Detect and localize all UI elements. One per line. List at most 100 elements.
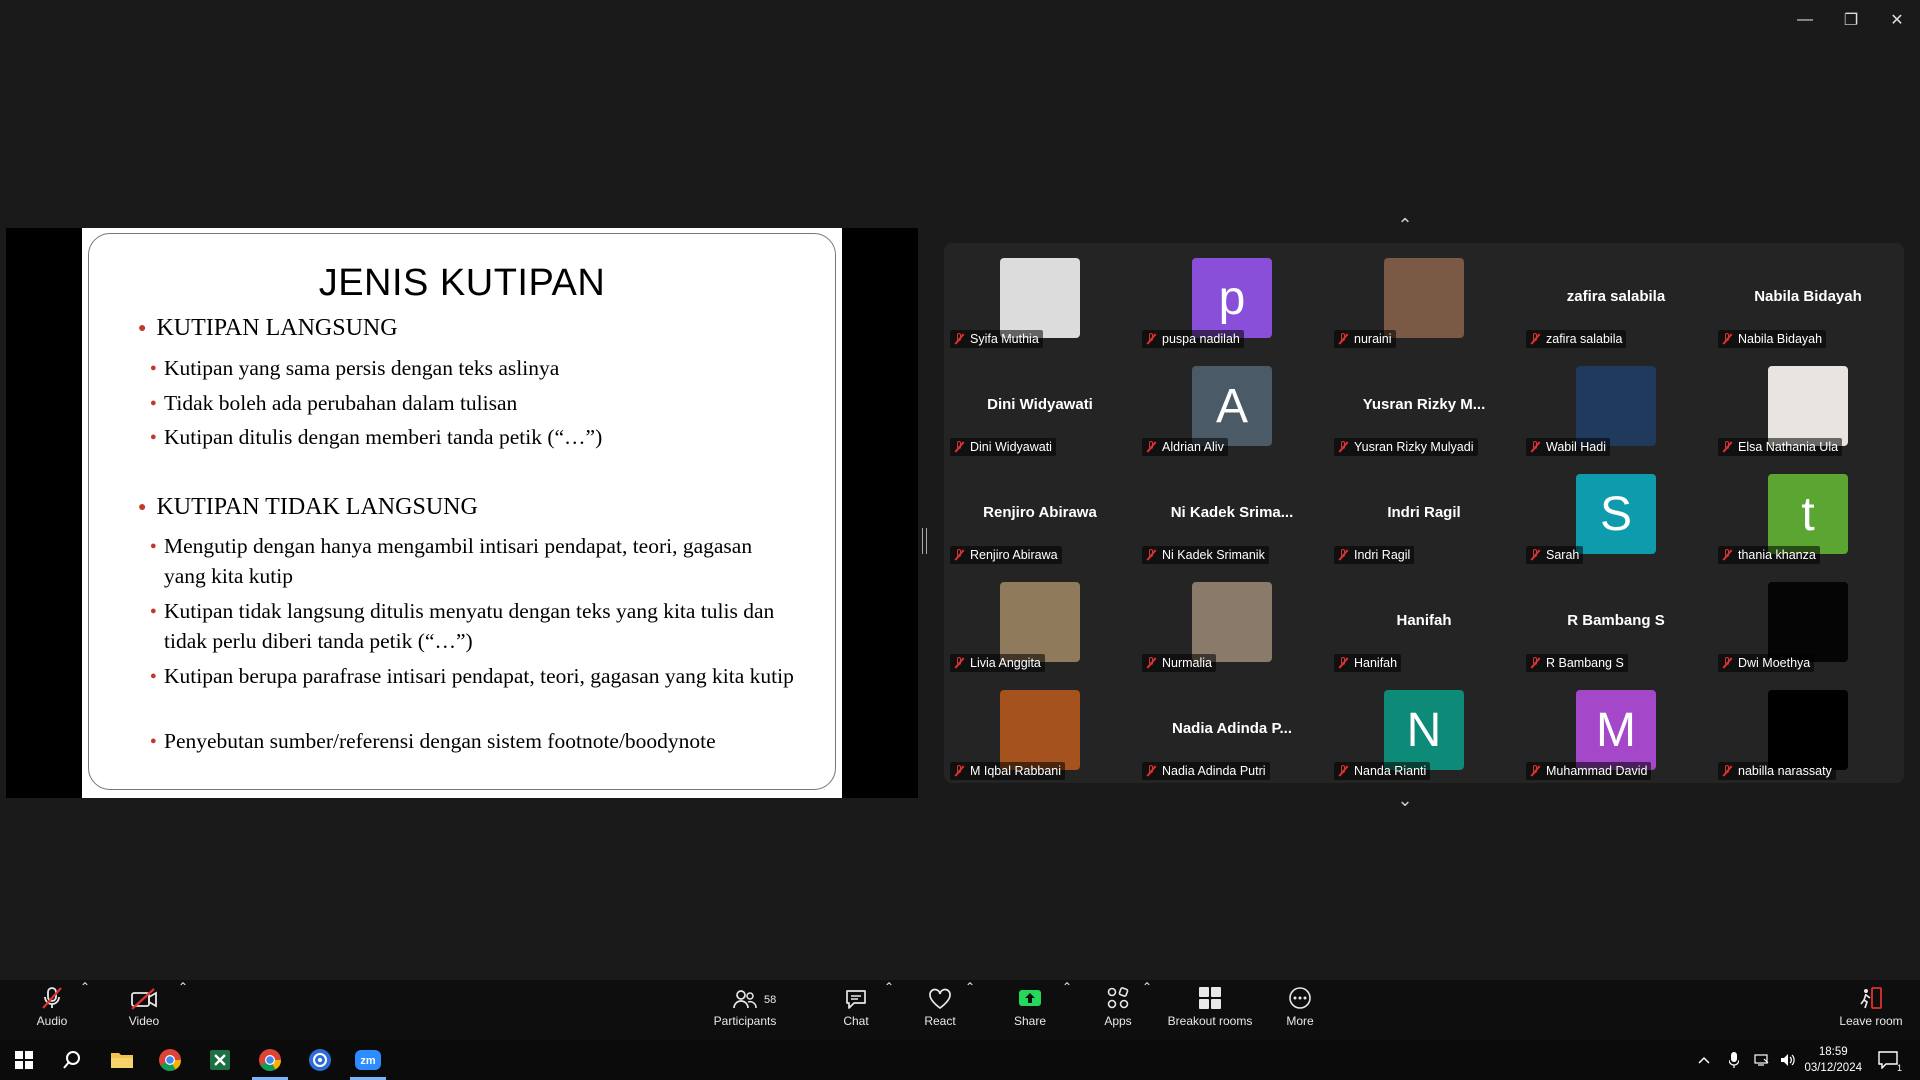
participants-button[interactable]: Participants <box>710 980 780 1040</box>
video-options-caret[interactable]: ⌃ <box>178 980 188 1040</box>
minimize-icon[interactable]: — <box>1782 0 1828 40</box>
participant-tile[interactable]: Livia Anggita <box>944 567 1136 675</box>
more-button[interactable]: More <box>1280 980 1320 1040</box>
bullet-item: ● Kutipan berupa parafrase intisari penda… <box>150 664 794 688</box>
avatar-photo <box>1768 366 1848 446</box>
participants-count: 58 <box>764 994 777 1006</box>
windows-start-icon[interactable] <box>0 1040 48 1080</box>
avatar-photo <box>1192 582 1272 662</box>
leave-room-button[interactable]: Leave room <box>1836 980 1906 1040</box>
audio-label: Audio <box>36 1014 68 1028</box>
close-icon[interactable]: ✕ <box>1874 0 1920 40</box>
participant-name-label: Aldrian Aliv <box>1142 438 1228 456</box>
mic-muted-icon <box>1530 441 1540 453</box>
participant-tile[interactable]: p puspa nadilah <box>1136 243 1328 351</box>
bullet-item: ● Tidak boleh ada perubahan dalam tulisan <box>150 391 518 415</box>
network-icon[interactable] <box>1748 1040 1776 1080</box>
video-button[interactable]: Video <box>120 980 168 1040</box>
participant-tile[interactable]: t thania khanza <box>1712 459 1904 567</box>
slide-title: JENIS KUTIPAN <box>318 262 606 304</box>
bullet-item: ● Penyebutan sumber/referensi dengan sist… <box>150 729 716 753</box>
participant-tile[interactable]: Nurmalia <box>1136 567 1328 675</box>
mic-muted-icon <box>1338 333 1348 345</box>
chrome-profile-icon[interactable] <box>246 1040 294 1080</box>
participant-tile[interactable]: M Muhammad David <box>1520 675 1712 783</box>
participant-name: nabilla narassaty <box>1738 764 1832 778</box>
share-button[interactable]: Share <box>1010 980 1050 1040</box>
chat-button[interactable]: Chat <box>836 980 876 1040</box>
search-icon[interactable] <box>48 1040 96 1080</box>
participant-display-name: zafira salabila <box>1566 288 1666 305</box>
mic-muted-icon <box>1146 657 1156 669</box>
participant-name: Muhammad David <box>1546 764 1648 778</box>
heart-icon <box>920 980 960 1014</box>
participant-name-label: Yusran Rizky Mulyadi <box>1334 438 1478 456</box>
react-button[interactable]: React <box>920 980 960 1040</box>
participant-tile[interactable]: nuraini <box>1328 243 1520 351</box>
participant-tile[interactable]: Renjiro Abirawa Renjiro Abirawa <box>944 459 1136 567</box>
audio-options-caret[interactable]: ⌃ <box>80 980 90 1040</box>
react-options-caret[interactable]: ⌃ <box>965 980 975 1040</box>
participant-name-label: Ni Kadek Srimanik <box>1142 546 1269 564</box>
audio-button[interactable]: Audio <box>28 980 76 1040</box>
mic-muted-icon <box>954 657 964 669</box>
participant-name-label: Muhammad David <box>1526 762 1652 780</box>
participant-tile[interactable]: Dini Widyawati Dini Widyawati <box>944 351 1136 459</box>
apps-options-caret[interactable]: ⌃ <box>1142 980 1152 1040</box>
bullet-item: ● Mengutip dengan hanya mengambil intisar… <box>150 534 753 588</box>
participant-tile[interactable]: A Aldrian Aliv <box>1136 351 1328 459</box>
participant-tile[interactable]: N Nanda Rianti <box>1328 675 1520 783</box>
notification-center-icon[interactable]: 1 <box>1866 1040 1910 1080</box>
participant-display-name: Renjiro Abirawa <box>983 504 1097 521</box>
participant-name-label: M Iqbal Rabbani <box>950 762 1066 780</box>
volume-icon[interactable] <box>1774 1040 1802 1080</box>
participant-tile[interactable]: Yusran Rizky M... Yusran Rizky Mulyadi <box>1328 351 1520 459</box>
chrome-icon[interactable] <box>146 1040 194 1080</box>
windows-taskbar: zm 18:59 03/12/2024 1 <box>0 1040 1920 1080</box>
participant-name: Ni Kadek Srimanik <box>1162 548 1265 562</box>
participant-name: Yusran Rizky Mulyadi <box>1354 440 1474 454</box>
participant-tile[interactable]: M Iqbal Rabbani <box>944 675 1136 783</box>
avatar-photo <box>1000 258 1080 338</box>
participant-name-label: puspa nadilah <box>1142 330 1244 348</box>
restore-icon[interactable]: ❐ <box>1828 0 1874 40</box>
chevron-up-icon[interactable]: ⌃ <box>1385 215 1425 239</box>
chevron-down-icon[interactable]: ⌄ <box>1385 790 1425 814</box>
participant-name: Wabil Hadi <box>1546 440 1606 454</box>
participant-tile[interactable]: Ni Kadek Srima... Ni Kadek Srimanik <box>1136 459 1328 567</box>
participant-name-label: Sarah <box>1526 546 1584 564</box>
browser-icon[interactable] <box>296 1040 344 1080</box>
excel-icon[interactable] <box>196 1040 244 1080</box>
participant-name-label: thania khanza <box>1718 546 1820 564</box>
participant-tile[interactable]: S Sarah <box>1520 459 1712 567</box>
participant-tile[interactable]: Elsa Nathania Ula <box>1712 351 1904 459</box>
avatar-photo <box>1000 690 1080 770</box>
presentation-slide: JENIS KUTIPAN ● KUTIPAN LANGSUNG ● Kutipan… <box>82 228 842 798</box>
participant-tile[interactable]: Wabil Hadi <box>1520 351 1712 459</box>
leave-room-label: Leave room <box>1839 1014 1903 1028</box>
breakout-rooms-button[interactable]: Breakout rooms <box>1160 980 1260 1040</box>
participant-tile[interactable]: Syifa Muthia <box>944 243 1136 351</box>
share-options-caret[interactable]: ⌃ <box>1062 980 1072 1040</box>
mic-muted-icon <box>1338 765 1348 777</box>
participant-tile[interactable]: Nabila Bidayah Nabila Bidayah <box>1712 243 1904 351</box>
participant-tile[interactable]: Indri Ragil Indri Ragil <box>1328 459 1520 567</box>
apps-button[interactable]: Apps <box>1098 980 1138 1040</box>
avatar-initial: A <box>1192 366 1272 446</box>
participant-tile[interactable]: Nadia Adinda P... Nadia Adinda Putri <box>1136 675 1328 783</box>
chevron-up-tray-icon[interactable] <box>1690 1040 1718 1080</box>
mic-muted-icon <box>1146 441 1156 453</box>
video-label: Video <box>128 1014 160 1028</box>
system-clock[interactable]: 18:59 03/12/2024 <box>1804 1044 1862 1076</box>
file-explorer-icon[interactable] <box>98 1040 146 1080</box>
participant-tile[interactable]: Hanifah Hanifah <box>1328 567 1520 675</box>
chat-options-caret[interactable]: ⌃ <box>884 980 894 1040</box>
participant-display-name: Nabila Bidayah <box>1754 288 1862 305</box>
split-view-handle[interactable] <box>922 528 927 554</box>
zoom-app-icon[interactable]: zm <box>344 1040 392 1080</box>
participant-tile[interactable]: R Bambang S R Bambang S <box>1520 567 1712 675</box>
participant-tile[interactable]: zafira salabila zafira salabila <box>1520 243 1712 351</box>
microphone-tray-icon[interactable] <box>1720 1040 1748 1080</box>
participant-tile[interactable]: Dwi Moethya <box>1712 567 1904 675</box>
participant-tile[interactable]: nabilla narassaty <box>1712 675 1904 783</box>
